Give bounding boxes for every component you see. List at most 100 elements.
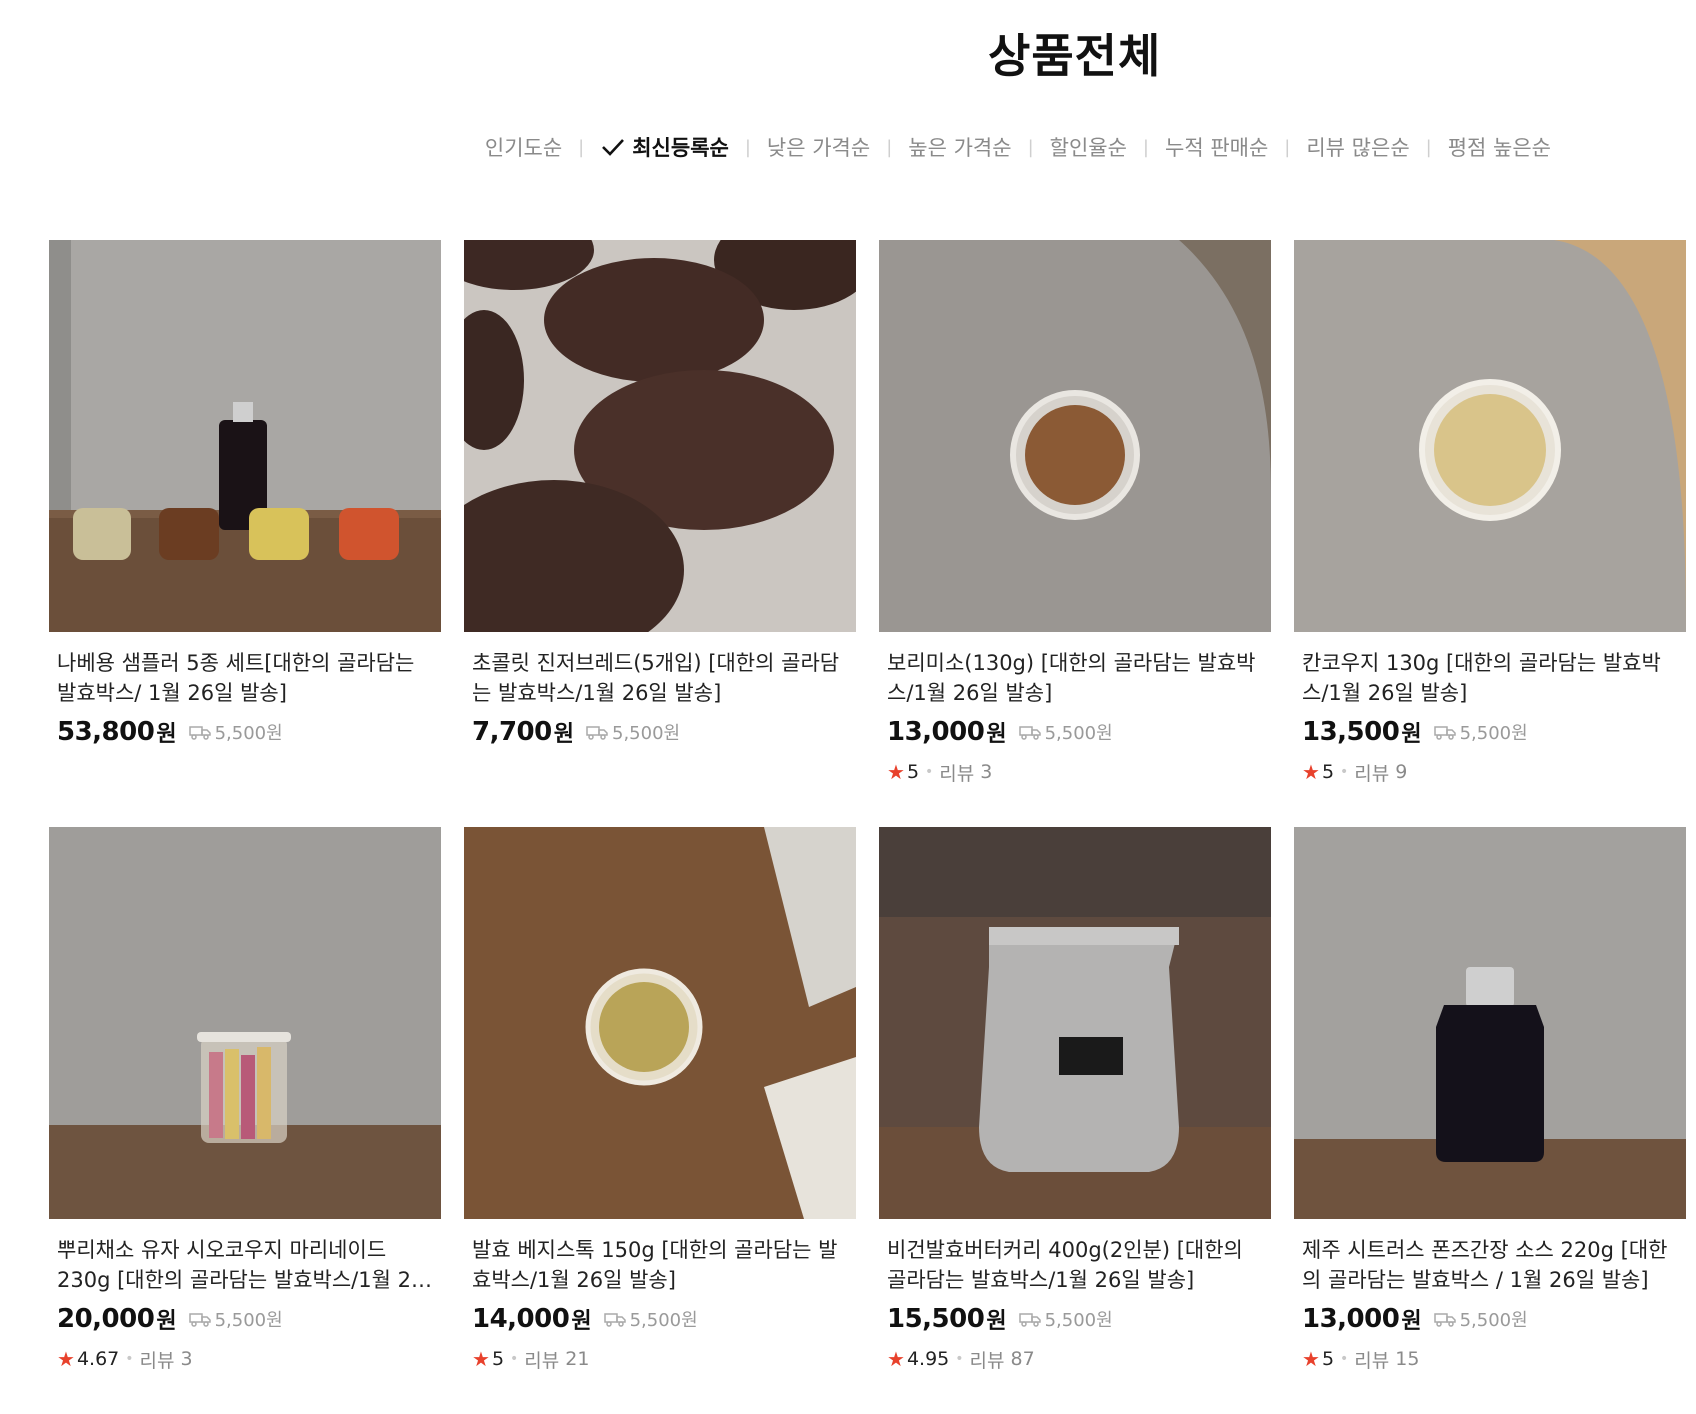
divider: | (578, 136, 585, 158)
price-unit: 원 (1401, 722, 1422, 747)
shipping-fee: 5,500원 (1018, 1306, 1113, 1332)
product-image[interactable] (49, 240, 441, 632)
price-unit: 원 (986, 1309, 1007, 1334)
product-card[interactable]: 발효 베지스톡 150g [대한의 골라담는 발효박스/1월 26일 발송] 1… (464, 827, 856, 1414)
product-card[interactable]: 초콜릿 진저브레드(5개입) [대한의 골라담는 발효박스/1월 26일 발송]… (464, 240, 856, 827)
product-name[interactable]: 나베용 샘플러 5종 세트[대한의 골라담는 발효박스/ 1월 26일 발송] (57, 648, 433, 708)
product-name[interactable]: 보리미소(130g) [대한의 골라담는 발효박스/1월 26일 발송] (887, 648, 1263, 708)
shipping-fee: 5,500원 (188, 719, 283, 745)
shipping-fee: 5,500원 (1433, 1306, 1528, 1332)
product-price: 53,800 (57, 717, 155, 747)
sort-discount[interactable]: 할인율순 (1050, 132, 1127, 162)
truck-icon (188, 1313, 211, 1327)
price-unit: 원 (1401, 1309, 1422, 1334)
product-card[interactable]: 칸코우지 130g [대한의 골라담는 발효박스/1월 26일 발송] 13,5… (1294, 240, 1686, 827)
review-count[interactable]: 87 (1010, 1348, 1034, 1370)
product-name[interactable]: 비건발효버터커리 400g(2인분) [대한의 골라담는 발효박스/1월 26일… (887, 1235, 1263, 1295)
truck-icon (1018, 1313, 1041, 1327)
product-card[interactable]: 뿌리채소 유자 시오코우지 마리네이드 230g [대한의 골라담는 발효박스/… (49, 827, 441, 1414)
rating-row: ★ 5 • 리뷰 15 (1302, 1345, 1678, 1373)
truck-icon (603, 1313, 626, 1327)
divider: | (1425, 136, 1432, 158)
sort-price-high[interactable]: 높은 가격순 (908, 132, 1011, 162)
divider: | (886, 136, 893, 158)
separator-dot: • (925, 764, 934, 780)
product-name[interactable]: 뿌리채소 유자 시오코우지 마리네이드 230g [대한의 골라담는 발효박스/… (57, 1235, 433, 1295)
rating-value: 5 (906, 761, 920, 783)
review-label: 리뷰 (969, 1349, 1005, 1372)
review-count[interactable]: 21 (565, 1348, 589, 1370)
rating-value: 4.95 (906, 1348, 950, 1370)
review-label: 리뷰 (1354, 762, 1390, 785)
sort-popular[interactable]: 인기도순 (485, 132, 562, 162)
separator-dot: • (510, 1351, 519, 1367)
sort-sales[interactable]: 누적 판매순 (1165, 132, 1268, 162)
sort-bar: 인기도순 | 최신등록순 | 낮은 가격순 | 높은 가격순 | 할인율순 | … (485, 132, 1551, 162)
product-price: 13,000 (887, 717, 985, 747)
divider: | (1142, 136, 1149, 158)
price-row: 14,000 원 5,500원 (472, 1301, 848, 1337)
shipping-fee: 5,500원 (586, 719, 680, 745)
product-image[interactable] (879, 240, 1271, 632)
truck-icon (188, 726, 211, 740)
star-icon: ★ (1302, 1347, 1320, 1371)
product-image[interactable] (464, 827, 856, 1219)
divider: | (744, 136, 751, 158)
separator-dot: • (125, 1351, 134, 1367)
shipping-fee: 5,500원 (1018, 719, 1113, 745)
product-card[interactable]: 비건발효버터커리 400g(2인분) [대한의 골라담는 발효박스/1월 26일… (879, 827, 1271, 1414)
price-row: 7,700 원 5,500원 (472, 714, 848, 750)
price-row: 13,000 원 5,500원 (887, 714, 1263, 750)
product-image[interactable] (49, 827, 441, 1219)
separator-dot: • (1340, 764, 1349, 780)
product-card[interactable]: 나베용 샘플러 5종 세트[대한의 골라담는 발효박스/ 1월 26일 발송] … (49, 240, 441, 827)
rating-value: 4.67 (76, 1348, 120, 1370)
sort-rating[interactable]: 평점 높은순 (1448, 132, 1551, 162)
truck-icon (1433, 726, 1456, 740)
sort-reviews[interactable]: 리뷰 많은순 (1306, 132, 1409, 162)
product-price: 14,000 (472, 1304, 570, 1334)
divider: | (1027, 136, 1034, 158)
separator-dot: • (955, 1351, 964, 1367)
star-icon: ★ (887, 1347, 905, 1371)
truck-icon (586, 726, 608, 740)
product-name[interactable]: 발효 베지스톡 150g [대한의 골라담는 발효박스/1월 26일 발송] (472, 1235, 848, 1295)
review-label: 리뷰 (524, 1349, 560, 1372)
product-image[interactable] (1294, 240, 1686, 632)
star-icon: ★ (1302, 760, 1320, 784)
review-count[interactable]: 9 (1395, 761, 1407, 783)
review-count[interactable]: 3 (180, 1348, 192, 1370)
page-title: 상품전체 (988, 29, 1162, 83)
shipping-fee: 5,500원 (603, 1306, 698, 1332)
price-unit: 원 (571, 1309, 592, 1334)
product-name[interactable]: 초콜릿 진저브레드(5개입) [대한의 골라담는 발효박스/1월 26일 발송] (472, 648, 848, 708)
product-card[interactable]: 보리미소(130g) [대한의 골라담는 발효박스/1월 26일 발송] 13,… (879, 240, 1271, 827)
product-name[interactable]: 제주 시트러스 폰즈간장 소스 220g [대한의 골라담는 발효박스 / 1월… (1302, 1235, 1678, 1295)
product-image[interactable] (1294, 827, 1686, 1219)
truck-icon (1433, 1313, 1456, 1327)
rating-value: 5 (491, 1348, 505, 1370)
price-row: 13,500 원 5,500원 (1302, 714, 1678, 750)
review-count[interactable]: 15 (1395, 1348, 1419, 1370)
product-image[interactable] (879, 827, 1271, 1219)
price-unit: 원 (553, 722, 574, 747)
shipping-fee: 5,500원 (188, 1306, 283, 1332)
price-unit: 원 (156, 722, 177, 747)
price-row: 20,000 원 5,500원 (57, 1301, 433, 1337)
truck-icon (1018, 726, 1041, 740)
price-row: 53,800 원 5,500원 (57, 714, 433, 750)
product-grid: 나베용 샘플러 5종 세트[대한의 골라담는 발효박스/ 1월 26일 발송] … (49, 240, 1686, 1414)
product-price: 7,700 (472, 717, 552, 747)
sort-price-low[interactable]: 낮은 가격순 (767, 132, 870, 162)
divider: | (1284, 136, 1291, 158)
rating-row: ★ 4.67 • 리뷰 3 (57, 1345, 433, 1373)
rating-row: ★ 4.95 • 리뷰 87 (887, 1345, 1263, 1373)
product-image[interactable] (464, 240, 856, 632)
product-price: 20,000 (57, 1304, 155, 1334)
review-count[interactable]: 3 (980, 761, 992, 783)
sort-newest[interactable]: 최신등록순 (600, 132, 729, 162)
product-price: 13,500 (1302, 717, 1400, 747)
product-name[interactable]: 칸코우지 130g [대한의 골라담는 발효박스/1월 26일 발송] (1302, 648, 1678, 708)
check-icon (602, 139, 625, 156)
product-card[interactable]: 제주 시트러스 폰즈간장 소스 220g [대한의 골라담는 발효박스 / 1월… (1294, 827, 1686, 1414)
